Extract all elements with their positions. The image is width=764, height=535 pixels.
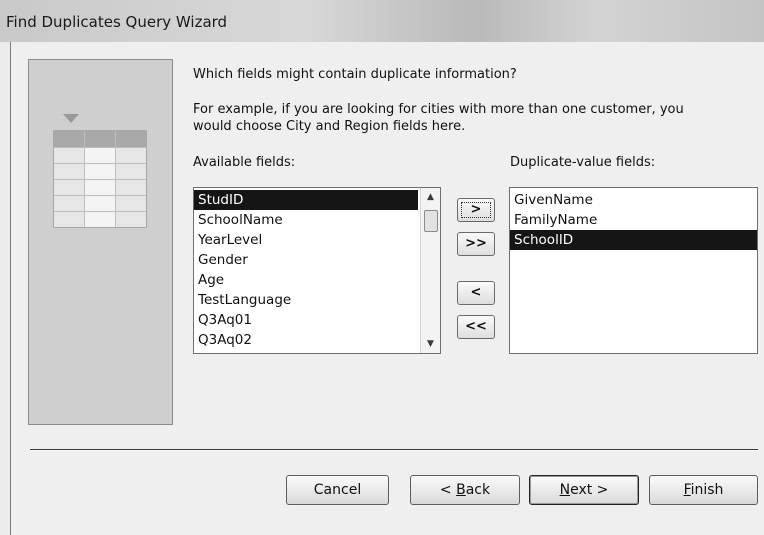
example-text-line1: For example, if you are looking for citi…: [193, 102, 684, 117]
remove-all-fields-button[interactable]: <<: [457, 315, 495, 339]
scroll-thumb[interactable]: [424, 210, 438, 232]
back-button-accesskey: B: [456, 482, 466, 498]
scroll-down-icon[interactable]: ▼: [421, 335, 440, 353]
next-button-accesskey: N: [559, 482, 571, 498]
scroll-up-icon[interactable]: ▲: [421, 188, 440, 206]
wizard-window: Find Duplicates Query Wizard Which field…: [0, 0, 764, 535]
list-item[interactable]: Gender: [194, 250, 418, 270]
footer-divider: [30, 449, 758, 451]
wizard-question: Which fields might contain duplicate inf…: [193, 67, 517, 82]
cancel-button[interactable]: Cancel: [286, 475, 389, 505]
remove-field-button[interactable]: <: [457, 281, 495, 305]
window-title: Find Duplicates Query Wizard: [6, 13, 228, 31]
duplicate-fields-list[interactable]: GivenName FamilyName SchoolID: [509, 187, 758, 354]
available-fields-label: Available fields:: [193, 155, 296, 170]
add-all-fields-button[interactable]: >>: [457, 232, 495, 256]
list-item[interactable]: SchoolID: [510, 230, 757, 250]
list-item[interactable]: TestLanguage: [194, 290, 418, 310]
finish-button-label: inish: [690, 482, 724, 498]
list-item[interactable]: SchoolName: [194, 210, 418, 230]
example-text-line2: would choose City and Region fields here…: [193, 119, 466, 134]
duplicate-fields-label: Duplicate-value fields:: [510, 155, 656, 170]
next-button-label: ext >: [570, 482, 609, 498]
back-button-prefix: <: [439, 482, 457, 498]
add-field-button[interactable]: >: [457, 198, 495, 222]
finish-button[interactable]: Finish: [649, 475, 758, 505]
table-icon: [53, 130, 147, 228]
list-item[interactable]: Q3Aq01: [194, 310, 418, 330]
finish-button-accesskey: F: [683, 482, 691, 498]
back-button-label: ack: [465, 482, 491, 498]
list-item[interactable]: Age: [194, 270, 418, 290]
back-button[interactable]: < Back: [410, 475, 520, 505]
list-item[interactable]: YearLevel: [194, 230, 418, 250]
list-item[interactable]: Q3Aq02: [194, 330, 418, 350]
list-item[interactable]: GivenName: [510, 190, 757, 210]
wizard-illustration: [28, 59, 173, 425]
down-arrow-icon: [63, 114, 79, 123]
next-button[interactable]: Next >: [529, 475, 639, 505]
list-item[interactable]: FamilyName: [510, 210, 757, 230]
available-fields-list[interactable]: StudID SchoolName YearLevel Gender Age T…: [193, 187, 441, 354]
list-item[interactable]: StudID: [194, 190, 418, 210]
title-bar[interactable]: Find Duplicates Query Wizard: [0, 0, 764, 42]
vertical-scrollbar[interactable]: ▲ ▼: [420, 188, 440, 353]
